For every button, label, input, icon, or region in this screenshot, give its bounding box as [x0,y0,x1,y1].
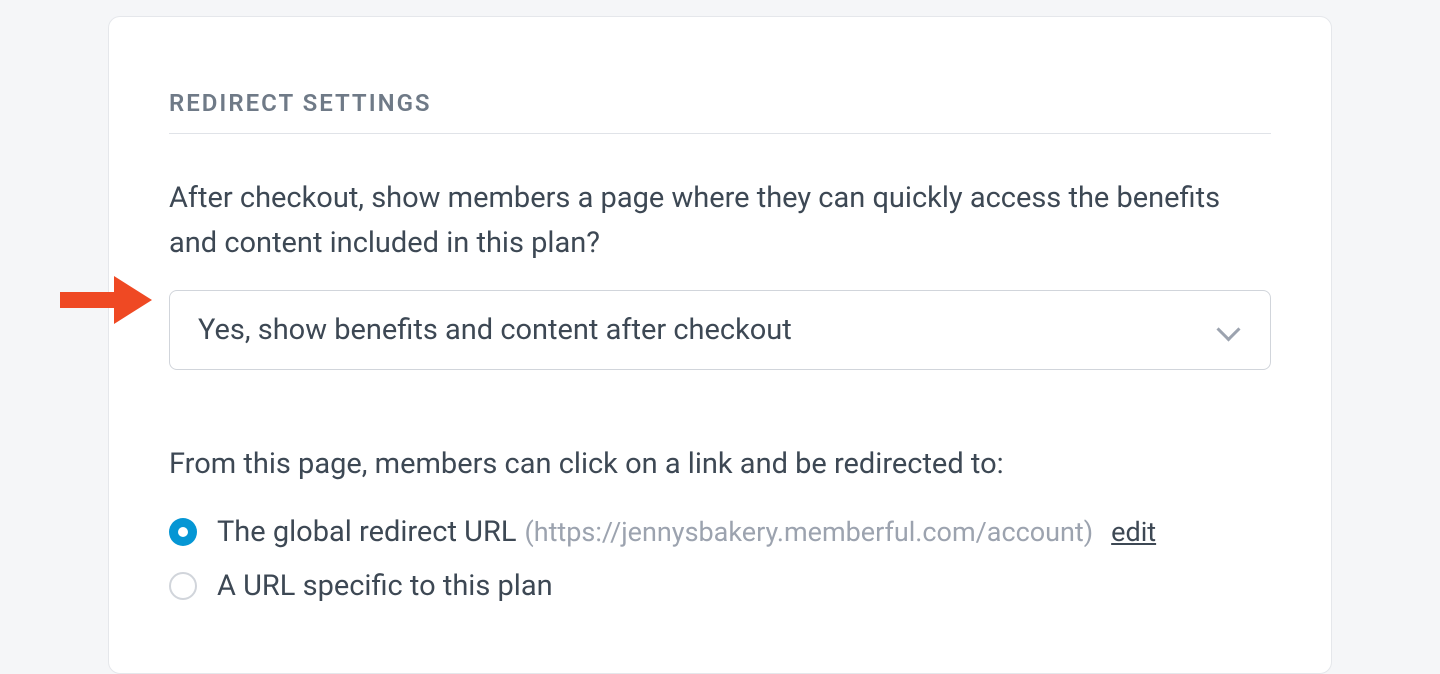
radio-label: A URL specific to this plan [217,569,553,603]
radio-label-text: The global redirect URL [217,515,516,549]
section-heading: REDIRECT SETTINGS [169,89,1271,134]
redirect-description: From this page, members can click on a l… [169,442,1271,487]
dropdown-selected-text: Yes, show benefits and content after che… [198,313,792,347]
radio-unselected-icon [169,572,197,600]
checkout-description: After checkout, show members a page wher… [169,176,1271,266]
arrow-annotation-icon [56,270,154,330]
radio-label-text: A URL specific to this plan [217,569,553,603]
edit-link[interactable]: edit [1111,516,1156,548]
radio-option-global[interactable]: The global redirect URL (https://jennysb… [169,515,1271,549]
radio-label: The global redirect URL (https://jennysb… [217,515,1156,549]
redirect-settings-card: REDIRECT SETTINGS After checkout, show m… [108,16,1332,674]
radio-option-specific[interactable]: A URL specific to this plan [169,569,1271,603]
chevron-down-icon [1216,317,1242,343]
radio-selected-icon [169,518,197,546]
show-benefits-dropdown[interactable]: Yes, show benefits and content after che… [169,290,1271,370]
global-url-text: (https://jennysbakery.memberful.com/acco… [524,516,1093,548]
